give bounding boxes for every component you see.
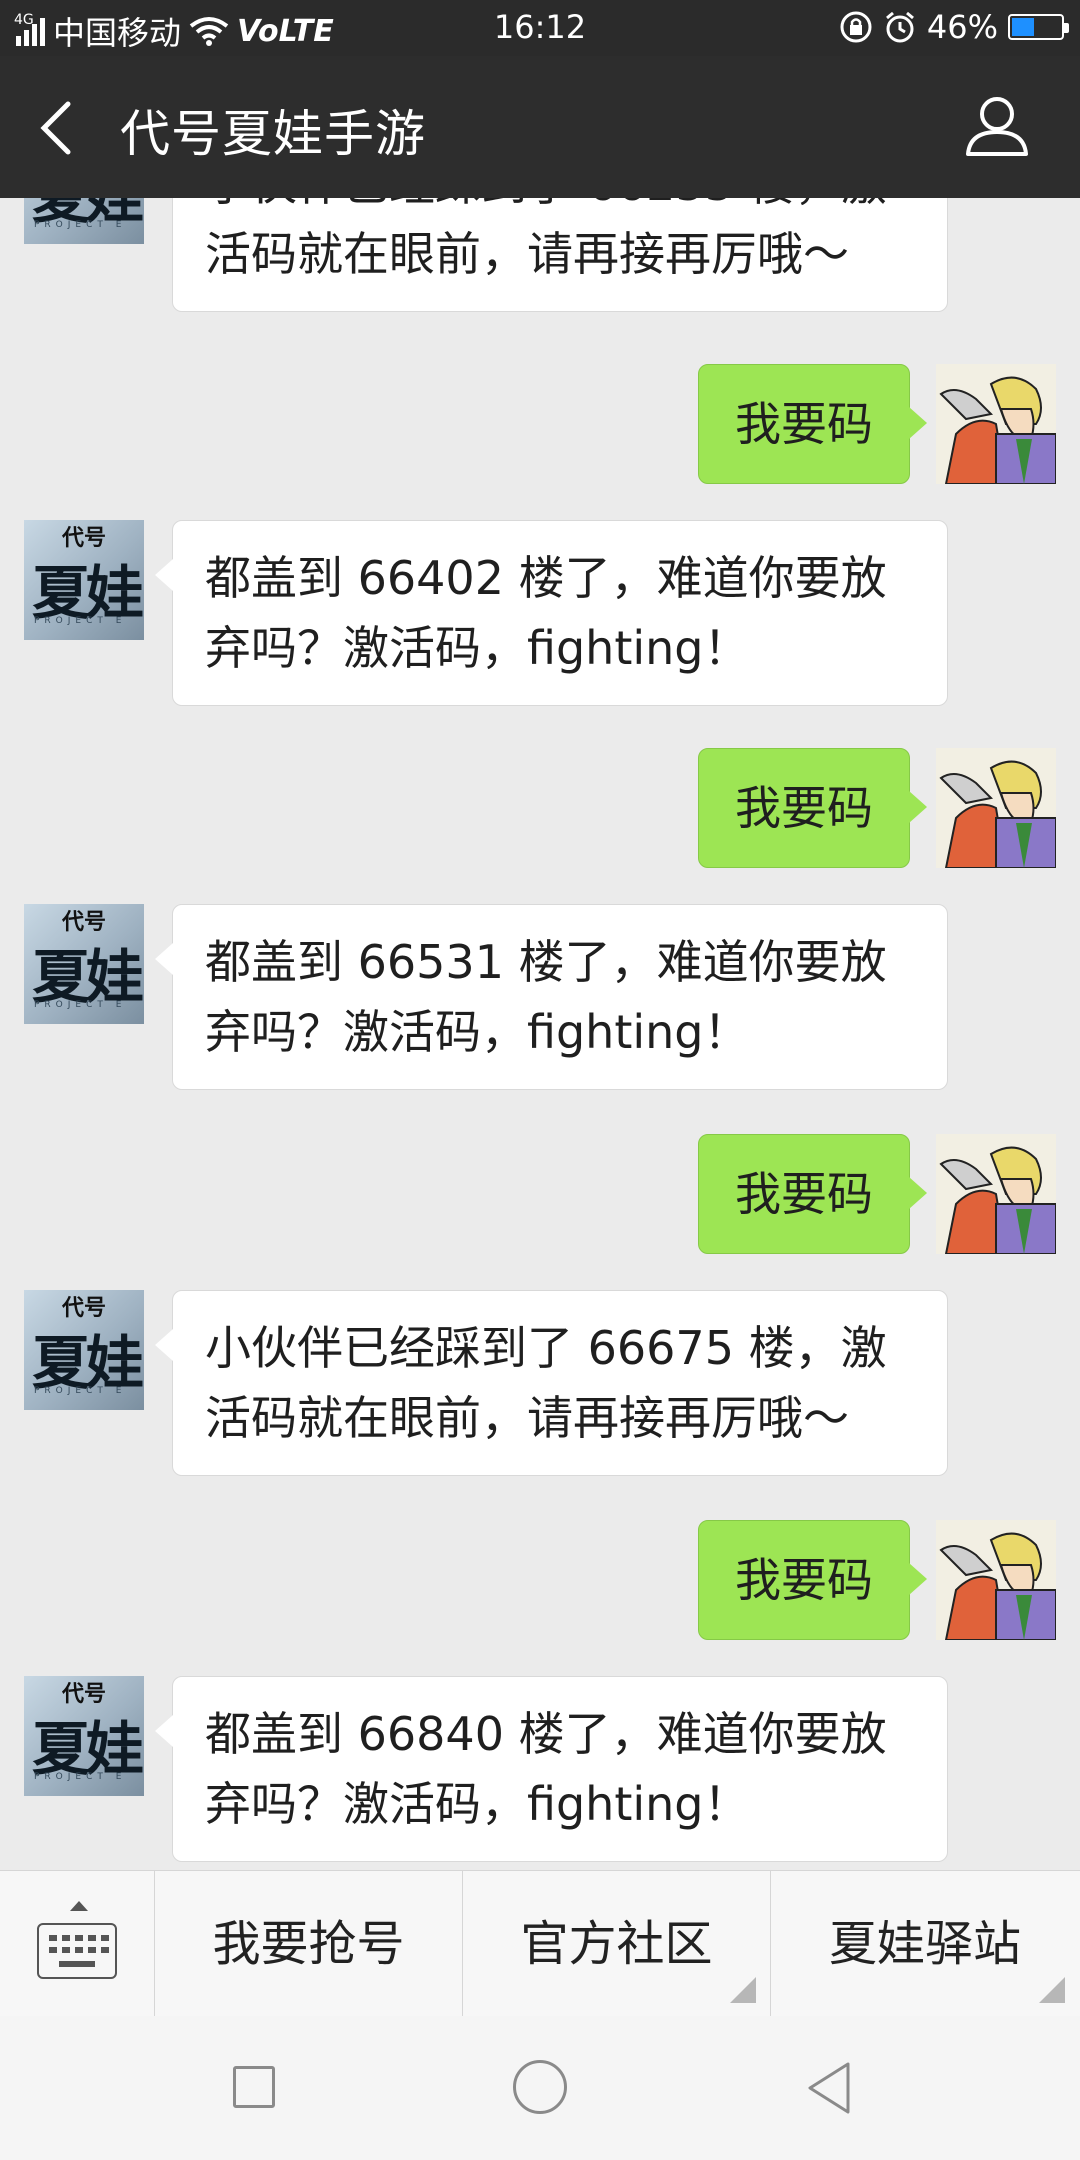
message-outgoing: 我要码 [0,1134,1080,1254]
rotation-lock-icon [839,10,873,44]
user-avatar-image [936,748,1056,868]
message-incoming: 代号 夏娃 PROJECT E 小伙伴已经踩到了 66255 楼，激活码就在眼前… [0,198,1080,326]
message-outgoing: 我要码 [0,364,1080,484]
user-avatar[interactable] [936,1134,1056,1254]
bottom-menu: 我要抢号 官方社区 夏娃驿站 [0,1870,1080,2017]
game-logo: 代号 夏娃 PROJECT E [24,1290,144,1410]
message-bubble[interactable]: 我要码 [698,364,927,484]
user-avatar[interactable] [936,1520,1056,1640]
user-avatar-image [936,364,1056,484]
message-bubble[interactable]: 小伙伴已经踩到了 66255 楼，激活码就在眼前，请再接再厉哦～ [172,198,948,312]
menu-item-official-community[interactable]: 官方社区 [463,1871,771,2017]
game-avatar[interactable]: 代号 夏娃 PROJECT E [24,520,144,640]
keyboard-toggle-button[interactable] [0,1871,155,2017]
status-right: 46% [839,8,1069,46]
system-nav-bar [0,2016,1080,2160]
message-bubble[interactable]: 都盖到 66402 楼了，难道你要放弃吗？激活码，fighting！ [155,520,948,706]
battery-percent: 46% [926,8,998,46]
game-avatar[interactable]: 代号 夏娃 PROJECT E [24,904,144,1024]
game-logo: 代号 夏娃 PROJECT E [24,904,144,1024]
game-logo: 代号 夏娃 PROJECT E [24,198,144,244]
user-icon [966,97,1028,156]
message-bubble[interactable]: 都盖到 66531 楼了，难道你要放弃吗？激活码，fighting！ [155,904,948,1090]
submenu-corner-icon [730,1977,756,2003]
status-bar: 4G 中国移动 VoLTE 16:12 46% [0,0,1080,56]
game-logo: 代号 夏娃 PROJECT E [24,1676,144,1796]
expand-up-icon [70,1901,88,1911]
message-outgoing: 我要码 [0,748,1080,868]
game-avatar[interactable]: 代号 夏娃 PROJECT E [24,1676,144,1796]
chat-header: 代号夏娃手游 [0,56,1080,198]
menu-item-eve-station[interactable]: 夏娃驿站 [771,1871,1079,2017]
message-bubble[interactable]: 我要码 [698,1134,927,1254]
home-button[interactable] [513,2060,567,2114]
game-logo: 代号 夏娃 PROJECT E [24,520,144,640]
battery-icon [1008,14,1069,40]
message-bubble[interactable]: 都盖到 66840 楼了，难道你要放弃吗？激活码，fighting！ [155,1676,948,1862]
profile-button[interactable] [964,92,1030,158]
user-avatar-image [936,1520,1056,1640]
message-incoming: 代号 夏娃 PROJECT E 都盖到 66840 楼了，难道你要放弃吗？激活码… [0,1676,1080,1866]
message-bubble[interactable]: 我要码 [698,748,927,868]
chevron-left-icon [40,101,71,155]
back-nav-icon[interactable] [804,2060,854,2116]
user-avatar[interactable] [936,364,1056,484]
message-bubble[interactable]: 小伙伴已经踩到了 66675 楼，激活码就在眼前，请再接再厉哦～ [155,1290,948,1476]
user-avatar[interactable] [936,748,1056,868]
message-incoming: 代号 夏娃 PROJECT E 小伙伴已经踩到了 66675 楼，激活码就在眼前… [0,1290,1080,1480]
message-bubble[interactable]: 我要码 [698,1520,927,1640]
page-title: 代号夏娃手游 [120,105,426,163]
battery-fill [1012,18,1034,36]
chat-messages[interactable]: 代号 夏娃 PROJECT E 小伙伴已经踩到了 66255 楼，激活码就在眼前… [0,198,1080,1870]
alarm-icon [883,10,917,44]
recent-apps-button[interactable] [233,2066,275,2108]
menu-item-grab-code[interactable]: 我要抢号 [155,1871,463,2017]
message-incoming: 代号 夏娃 PROJECT E 都盖到 66402 楼了，难道你要放弃吗？激活码… [0,520,1080,710]
keyboard-icon [37,1923,117,1979]
message-outgoing: 我要码 [0,1520,1080,1640]
game-avatar[interactable]: 代号 夏娃 PROJECT E [24,198,144,244]
message-incoming: 代号 夏娃 PROJECT E 都盖到 66531 楼了，难道你要放弃吗？激活码… [0,904,1080,1094]
game-avatar[interactable]: 代号 夏娃 PROJECT E [24,1290,144,1410]
back-button[interactable] [36,100,80,156]
user-avatar-image [936,1134,1056,1254]
submenu-corner-icon [1039,1977,1065,2003]
